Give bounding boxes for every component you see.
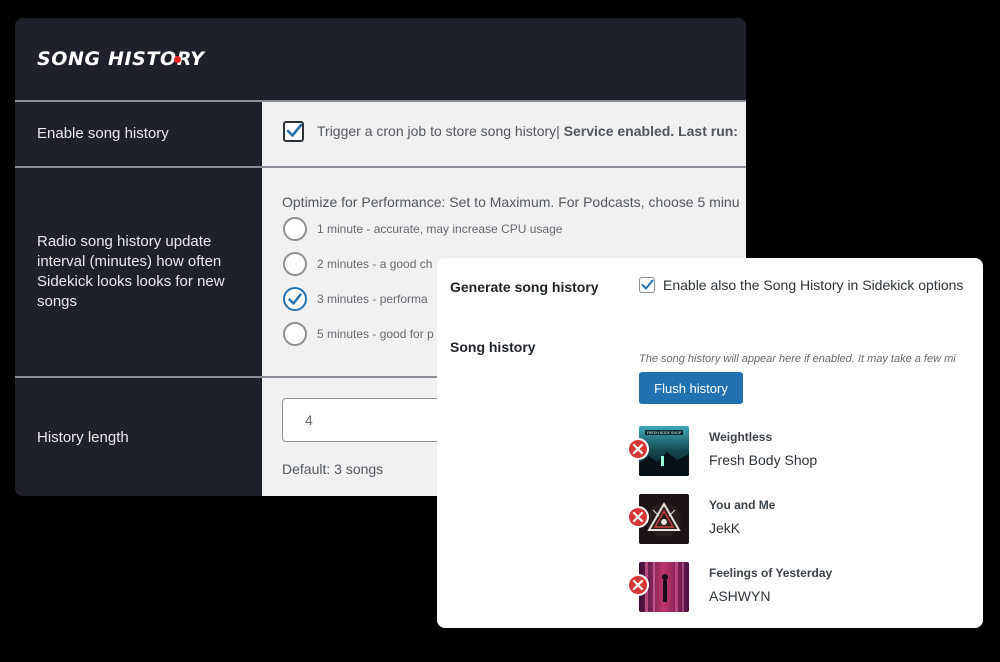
song-history-item: Feelings of Yesterday ASHWYN xyxy=(627,562,967,614)
song-title: Weightless xyxy=(709,430,773,444)
sidekick-song-history-panel: Generate song history Enable also the So… xyxy=(437,258,983,628)
performance-hint: Optimize for Performance: Set to Maximum… xyxy=(282,194,740,210)
enable-song-history-content: Trigger a cron job to store song history… xyxy=(262,102,746,166)
flush-history-button[interactable]: Flush history xyxy=(639,372,743,404)
generate-song-history-checkbox[interactable] xyxy=(639,277,655,293)
panel-header: SONG HISTORY xyxy=(15,18,746,100)
interval-radio-1-minute[interactable] xyxy=(283,217,307,241)
song-title: Feelings of Yesterday xyxy=(709,566,833,580)
song-title: You and Me xyxy=(709,498,776,512)
generate-song-history-label: Generate song history xyxy=(450,279,599,295)
interval-radio-3-minutes[interactable] xyxy=(283,287,307,311)
checkmark-icon xyxy=(286,123,303,137)
song-history-item: FRESH BODY SHOP Weightless Fresh Body Sh… xyxy=(627,426,967,478)
song-history-label: Song history xyxy=(450,339,536,355)
cron-job-text: Trigger a cron job to store song history… xyxy=(317,123,738,139)
checkmark-icon xyxy=(641,279,654,290)
song-artist: Fresh Body Shop xyxy=(709,452,818,468)
remove-song-icon[interactable] xyxy=(627,506,649,528)
generate-song-history-checkbox-label: Enable also the Song History in Sidekick… xyxy=(663,277,964,293)
song-artist: ASHWYN xyxy=(709,588,771,604)
enable-song-history-label: Enable song history xyxy=(15,102,262,166)
history-length-label: History length xyxy=(15,378,262,496)
interval-radio-label: 1 minute - accurate, may increase CPU us… xyxy=(317,222,563,236)
song-history-item: You and Me JekK xyxy=(627,494,967,546)
remove-song-icon[interactable] xyxy=(627,438,649,460)
checkmark-icon xyxy=(288,293,302,305)
interval-radio-2-minutes[interactable] xyxy=(283,252,307,276)
service-status-text: Service enabled. Last run: xyxy=(563,123,738,139)
song-artist: JekK xyxy=(709,520,741,536)
update-interval-label: Radio song history update interval (minu… xyxy=(15,168,262,376)
song-history-note: The song history will appear here if ena… xyxy=(639,353,956,365)
cron-checkbox-label: Trigger a cron job to store song history… xyxy=(317,123,560,139)
enable-song-history-checkbox[interactable] xyxy=(283,121,304,142)
enable-song-history-row: Enable song history Trigger a cron job t… xyxy=(15,100,746,166)
interval-radio-label: 3 minutes - performa xyxy=(317,292,428,306)
history-length-default: Default: 3 songs xyxy=(282,461,384,477)
album-cover-text: FRESH BODY SHOP xyxy=(647,431,682,435)
interval-radio-label: 2 minutes - a good ch xyxy=(317,257,433,271)
interval-radio-5-minutes[interactable] xyxy=(283,322,307,346)
interval-radio-label: 5 minutes - good for p xyxy=(317,327,434,341)
status-dot-icon xyxy=(174,56,181,63)
remove-song-icon[interactable] xyxy=(627,574,649,596)
